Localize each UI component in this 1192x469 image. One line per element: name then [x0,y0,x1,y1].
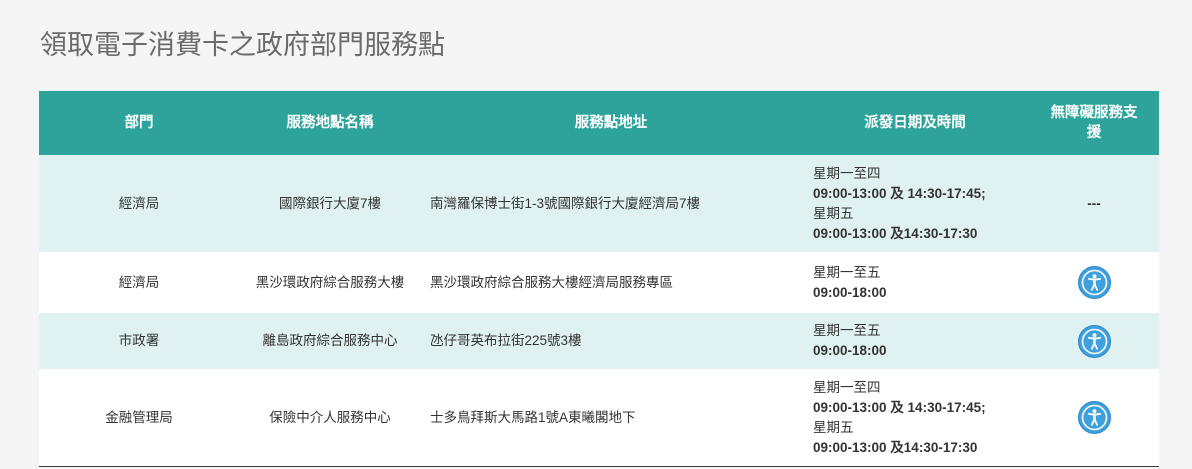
department-text: 金融管理局 [105,409,173,425]
accessibility-none-text: --- [1087,195,1101,211]
schedule-days: 星期一至四 [813,165,881,181]
header-department: 部門 [39,91,239,155]
schedule-hours: 09:00-13:00 及 14:30-17:45; [813,185,986,201]
schedule-days: 星期五 [813,419,854,435]
location-cell: 國際銀行大廈7樓 [239,155,421,252]
schedule-hours: 09:00-13:00 及14:30-17:30 [813,225,978,241]
schedule-cell: 星期一至五 09:00-18:00 [801,313,1029,369]
department-cell: 經濟局 [39,155,239,252]
address-cell: 黑沙環政府綜合服務大樓經濟局服務專區 [421,252,801,313]
department-cell: 金融管理局 [39,369,239,467]
schedule-hours: 09:00-13:00 及14:30-17:30 [813,439,978,455]
schedule-days: 星期一至四 [813,379,881,395]
page: 領取電子消費卡之政府部門服務點 部門 服務地點名稱 服務點地址 派發日期及時間 … [0,0,1192,469]
header-accessibility-label: 無障礙服務支援 [1050,105,1138,141]
schedule-cell: 星期一至五 09:00-18:00 [801,252,1029,313]
department-cell: 市政署 [39,313,239,369]
header-schedule: 派發日期及時間 [801,91,1029,155]
schedule-hours: 09:00-18:00 [813,343,887,358]
address-text: 南灣羅保博士街1-3號國際銀行大廈經濟局7樓 [430,195,701,211]
address-text: 黑沙環政府綜合服務大樓經濟局服務專區 [430,274,673,290]
service-points-table: 部門 服務地點名稱 服務點地址 派發日期及時間 無障礙服務支援 經濟局 國際銀行… [39,91,1159,467]
accessibility-cell [1029,369,1159,467]
accessibility-icon-graphic [1077,401,1111,434]
location-cell: 黑沙環政府綜合服務大樓 [239,252,421,313]
address-cell: 士多鳥拜斯大馬路1號A東曦閣地下 [421,369,801,467]
location-text: 保險中介人服務中心 [269,409,391,425]
schedule-cell: 星期一至四 09:00-13:00 及 14:30-17:45; 星期五 09:… [801,155,1029,252]
schedule-days: 星期一至五 [813,264,881,280]
accessibility-icon-graphic [1077,324,1111,358]
location-cell: 保險中介人服務中心 [239,369,421,467]
address-cell: 南灣羅保博士街1-3號國際銀行大廈經濟局7樓 [421,155,801,252]
header-department-label: 部門 [124,115,154,131]
table-row: 市政署 離島政府綜合服務中心 氹仔哥英布拉街225號3樓 星期一至五 09:00… [39,313,1159,369]
schedule-hours: 09:00-13:00 及 14:30-17:45; [813,399,986,415]
schedule-days: 星期五 [813,205,854,221]
table-row: 經濟局 黑沙環政府綜合服務大樓 黑沙環政府綜合服務大樓經濟局服務專區 星期一至五… [39,252,1159,313]
header-schedule-label: 派發日期及時間 [864,115,966,131]
location-cell: 離島政府綜合服務中心 [239,313,421,369]
schedule-cell: 星期一至四 09:00-13:00 及 14:30-17:45; 星期五 09:… [801,369,1029,467]
table-row: 經濟局 國際銀行大廈7樓 南灣羅保博士街1-3號國際銀行大廈經濟局7樓 星期一至… [39,155,1159,252]
header-address-label: 服務點地址 [574,115,648,131]
department-cell: 經濟局 [39,252,239,313]
accessibility-cell [1029,313,1159,369]
address-cell: 氹仔哥英布拉街225號3樓 [421,313,801,369]
page-title: 領取電子消費卡之政府部門服務點 [40,30,445,60]
header-location-label: 服務地點名稱 [286,115,374,131]
schedule-hours: 09:00-18:00 [813,284,887,300]
accessibility-icon-graphic [1077,266,1111,299]
accessibility-icon [1077,266,1111,299]
location-text: 離島政府綜合服務中心 [262,333,398,348]
header-address: 服務點地址 [421,91,801,155]
accessibility-icon [1077,324,1111,358]
header-accessibility: 無障礙服務支援 [1029,91,1159,155]
location-text: 黑沙環政府綜合服務大樓 [255,274,405,290]
table-header-row: 部門 服務地點名稱 服務點地址 派發日期及時間 無障礙服務支援 [39,91,1159,155]
header-location: 服務地點名稱 [239,91,421,155]
location-text: 國際銀行大廈7樓 [278,195,381,211]
table-header: 部門 服務地點名稱 服務點地址 派發日期及時間 無障礙服務支援 [39,91,1159,155]
table-row: 金融管理局 保險中介人服務中心 士多鳥拜斯大馬路1號A東曦閣地下 星期一至四 0… [39,369,1159,467]
table-body: 經濟局 國際銀行大廈7樓 南灣羅保博士街1-3號國際銀行大廈經濟局7樓 星期一至… [39,155,1159,467]
accessibility-cell [1029,252,1159,313]
schedule-days: 星期一至五 [813,323,881,338]
address-text: 士多鳥拜斯大馬路1號A東曦閣地下 [430,409,636,425]
accessibility-icon [1077,401,1111,434]
department-text: 經濟局 [118,195,160,211]
department-text: 經濟局 [118,274,160,290]
accessibility-cell: --- [1029,155,1159,252]
address-text: 氹仔哥英布拉街225號3樓 [430,333,582,348]
department-text: 市政署 [118,333,160,348]
